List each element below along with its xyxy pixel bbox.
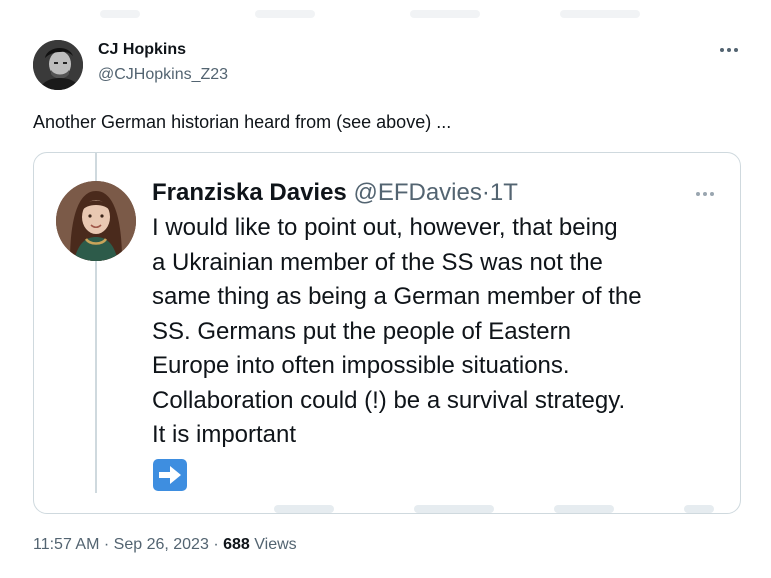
tweet-meta: 11:57 AM · Sep 26, 2023 · 688 Views [33, 536, 297, 554]
quoted-author-name[interactable]: Franziska Davies [152, 179, 347, 206]
quoted-actions-cropped [34, 503, 740, 513]
views-count[interactable]: 688 [223, 536, 250, 553]
meta-separator: · [103, 536, 110, 553]
quoted-tweet-header: Franziska Davies @EFDavies·1T [152, 177, 518, 209]
author-handle[interactable]: @CJHopkins_Z23 [98, 66, 228, 84]
cropped-top-strip [0, 0, 771, 28]
more-horizontal-icon [720, 48, 724, 52]
views-label: Views [254, 536, 297, 553]
quoted-text-line: SS. Germans put the people of Eastern [152, 317, 571, 345]
header-separator: · [481, 179, 490, 206]
quoted-text-line: Collaboration could (!) be a survival st… [152, 386, 626, 414]
meta-separator: · [213, 536, 219, 553]
quoted-author-avatar[interactable] [56, 181, 136, 261]
tweet-text: Another German historian heard from (see… [33, 112, 452, 132]
quoted-timestamp[interactable]: 1T [490, 179, 518, 206]
right-arrow-icon [153, 459, 187, 491]
quoted-more-icon[interactable] [692, 189, 718, 199]
tweet-time[interactable]: 11:57 AM [33, 536, 99, 553]
more-options-button[interactable] [717, 40, 741, 60]
quoted-text-line: I would like to point out, however, that… [152, 214, 618, 241]
quoted-tweet-card[interactable]: Franziska Davies @EFDavies·1T I would li… [33, 152, 741, 514]
avatar[interactable] [33, 40, 83, 90]
author-name[interactable]: CJ Hopkins [98, 41, 186, 59]
quoted-text-line: Europe into often impossible situations. [152, 352, 570, 379]
quoted-author-handle[interactable]: @EFDavies [353, 179, 481, 206]
quoted-text-line: a Ukrainian member of the SS was not the [152, 248, 603, 276]
quoted-tweet-text: I would like to point out, however, that… [152, 211, 722, 453]
tweet-date[interactable]: Sep 26, 2023 [114, 536, 209, 553]
quoted-text-line: same thing as being a German member of t… [152, 283, 642, 310]
quoted-text-line: It is important [152, 421, 297, 448]
